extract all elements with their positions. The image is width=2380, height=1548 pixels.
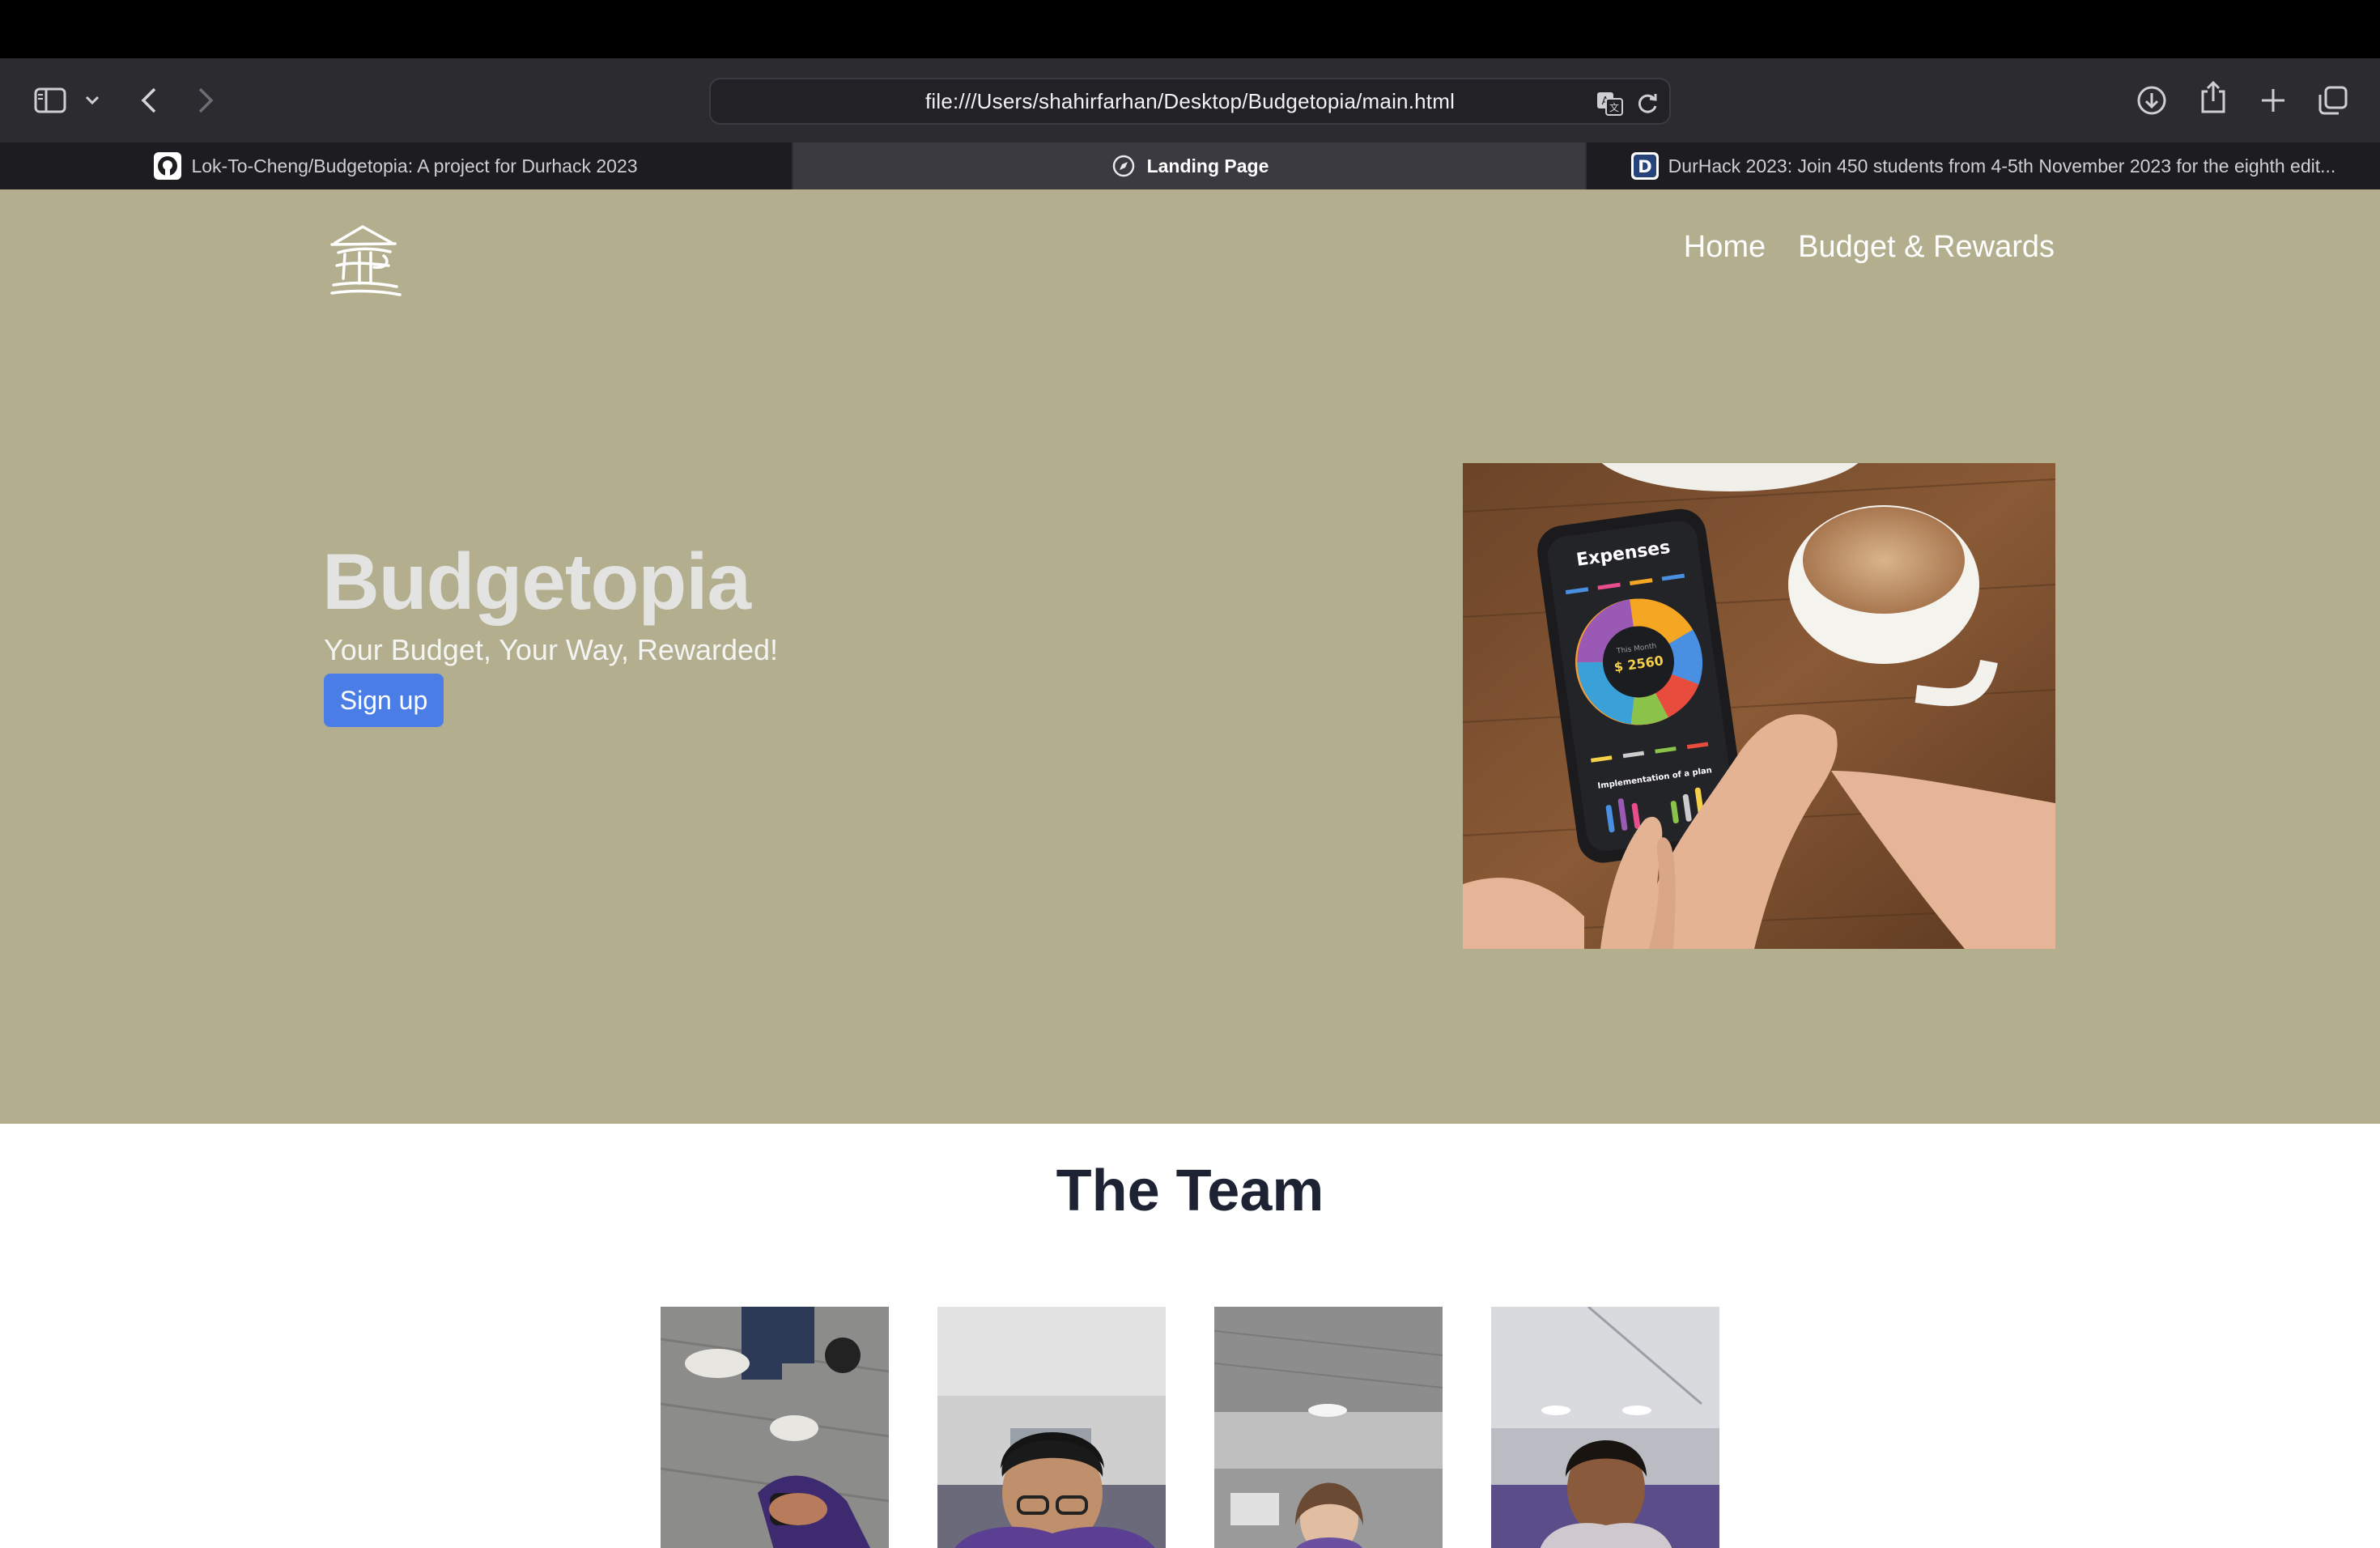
back-arrow-icon[interactable] (130, 81, 168, 120)
team-section-title: The Team (1056, 1159, 1324, 1223)
downloads-icon[interactable] (2132, 81, 2171, 120)
address-url[interactable]: file:///Users/shahirfarhan/Desktop/Budge… (925, 89, 1455, 114)
translate-icon[interactable]: A文 (1596, 90, 1624, 117)
hero-phone-image: Expenses This Month $ 2560 Implementatio… (1463, 463, 2055, 949)
tab-durhack[interactable]: D DurHack 2023: Join 450 students from 4… (1587, 142, 2380, 189)
tab-label: DurHack 2023: Join 450 students from 4-5… (1668, 155, 2336, 176)
tab-label: Lok-To-Cheng/Budgetopia: A project for D… (191, 155, 638, 176)
budgetopia-logo-icon[interactable] (322, 219, 406, 300)
nav-budget-rewards-link[interactable]: Budget & Rewards (1798, 230, 2055, 265)
tab-landing-page[interactable]: Landing Page (793, 142, 1587, 189)
chevron-down-icon[interactable] (76, 81, 108, 120)
team-member-photo (937, 1307, 1166, 1548)
sign-up-button[interactable]: Sign up (324, 674, 444, 727)
github-icon (154, 152, 182, 180)
nav-home-link[interactable]: Home (1684, 230, 1766, 265)
team-member-photo (1214, 1307, 1443, 1548)
web-page: Home Budget & Rewards Budgetopia Your Bu… (0, 189, 2380, 1548)
svg-text:文: 文 (1609, 101, 1619, 113)
reload-icon[interactable] (1634, 90, 1661, 117)
new-tab-plus-icon[interactable] (2254, 81, 2293, 120)
svg-text:D: D (1638, 157, 1651, 176)
tab-strip: Lok-To-Cheng/Budgetopia: A project for D… (0, 142, 2380, 189)
hero-title: Budgetopia (322, 537, 751, 626)
durhack-d-icon: D (1630, 152, 1659, 180)
site-nav: Home Budget & Rewards (1684, 230, 2055, 265)
share-icon[interactable] (2194, 78, 2233, 117)
tab-overview-icon[interactable] (2314, 81, 2352, 120)
hero-section: Home Budget & Rewards Budgetopia Your Bu… (0, 189, 2380, 1124)
team-photos (661, 1307, 1719, 1548)
tab-label: Landing Page (1146, 155, 1269, 176)
forward-arrow-icon[interactable] (186, 81, 225, 120)
team-member-photo (661, 1307, 889, 1548)
tab-github[interactable]: Lok-To-Cheng/Budgetopia: A project for D… (0, 142, 793, 189)
compass-icon (1110, 152, 1137, 180)
team-member-photo (1491, 1307, 1719, 1548)
sidebar-toggle-icon[interactable] (31, 81, 70, 120)
hero-subtitle: Your Budget, Your Way, Rewarded! (324, 633, 779, 666)
address-bar[interactable]: file:///Users/shahirfarhan/Desktop/Budge… (709, 78, 1671, 125)
system-menu-bar (0, 0, 2380, 58)
